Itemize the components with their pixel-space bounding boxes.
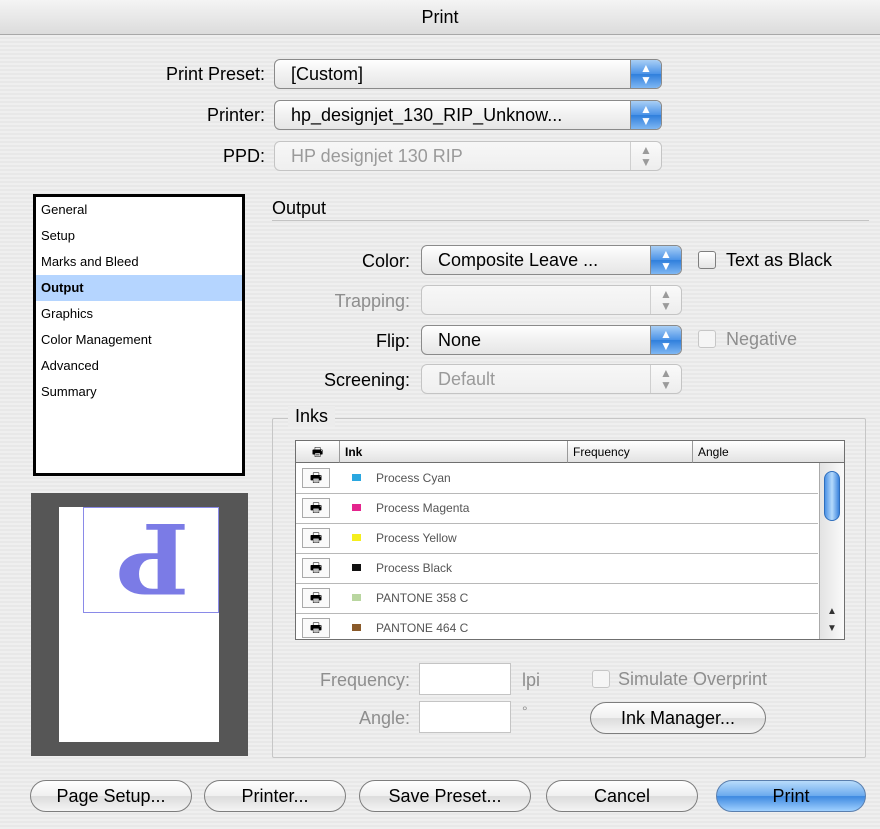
ink-column-header[interactable]: Ink [340, 441, 568, 463]
printer-icon[interactable]: 🖶 [302, 588, 330, 608]
print-button[interactable]: Print [716, 780, 866, 812]
print-column-header: 🖶 [296, 441, 340, 463]
table-row[interactable]: 🖶 Process Cyan [296, 464, 818, 494]
ink-swatch [352, 594, 361, 601]
sidebar-item-summary[interactable]: Summary [36, 379, 242, 405]
ink-manager-button[interactable]: Ink Manager... [590, 702, 766, 734]
ink-swatch [352, 624, 361, 631]
ink-name: Process Black [376, 561, 453, 575]
sidebar-item-color-management[interactable]: Color Management [36, 327, 242, 353]
printer-icon[interactable]: 🖶 [302, 498, 330, 518]
scroll-up-icon[interactable]: ▲ [820, 603, 844, 620]
ink-name: Process Cyan [376, 471, 451, 485]
inks-table: 🖶 Ink Frequency Angle 🖶 Process Cyan 🖶 P… [295, 440, 845, 640]
popup-arrows-icon: ▲ ▼ [630, 60, 661, 88]
frequency-field [419, 663, 511, 695]
popup-arrows-icon: ▲ ▼ [630, 142, 661, 170]
sidebar-item-general[interactable]: General [36, 197, 242, 223]
ink-swatch [352, 534, 361, 541]
frequency-column-header[interactable]: Frequency [568, 441, 693, 463]
printer-popup[interactable]: hp_designjet_130_RIP_Unknow... ▲ ▼ [274, 100, 662, 130]
flip-popup[interactable]: None ▲ ▼ [421, 325, 682, 355]
screening-label: Screening: [323, 370, 410, 390]
color-value: Composite Leave ... [438, 250, 599, 270]
printer-button[interactable]: Printer... [204, 780, 346, 812]
angle-field [419, 701, 511, 733]
flip-value: None [438, 330, 482, 350]
simulate-overprint-checkbox [592, 670, 610, 688]
ppd-label: PPD: [222, 146, 265, 166]
printer-icon[interactable]: 🖶 [302, 618, 330, 638]
output-divider [272, 220, 869, 221]
ink-name: PANTONE 358 C [376, 591, 469, 605]
angle-label: Angle: [358, 708, 410, 728]
sidebar-item-marks-and-bleed[interactable]: Marks and Bleed [36, 249, 242, 275]
negative-label: Negative [726, 329, 798, 349]
printer-value: hp_designjet_130_RIP_Unknow... [291, 105, 563, 125]
text-as-black-label: Text as Black [726, 250, 833, 270]
popup-arrows-icon: ▲ ▼ [630, 101, 661, 129]
color-label: Color: [361, 251, 410, 271]
ink-swatch [352, 474, 361, 481]
print-preset-value: [Custom] [291, 64, 364, 84]
negative-checkbox [698, 330, 716, 348]
ink-swatch [352, 504, 361, 511]
sidebar-item-graphics[interactable]: Graphics [36, 301, 242, 327]
popup-arrows-icon: ▲ ▼ [650, 286, 681, 314]
ink-name: PANTONE 464 C [376, 621, 469, 635]
text-as-black-checkbox[interactable] [698, 251, 716, 269]
output-heading: Output [272, 198, 327, 218]
ink-swatch [352, 564, 361, 571]
printer-icon[interactable]: 🖶 [302, 558, 330, 578]
screening-popup: Default ▲ ▼ [421, 364, 682, 394]
inks-scrollbar[interactable]: ▲ ▼ [819, 463, 844, 639]
table-row[interactable]: 🖶 Process Black [296, 554, 818, 584]
preview-glyph: P [116, 501, 190, 614]
sidebar-item-setup[interactable]: Setup [36, 223, 242, 249]
cancel-button[interactable]: Cancel [546, 780, 698, 812]
sidebar-item-advanced[interactable]: Advanced [36, 353, 242, 379]
page-preview: P [31, 493, 248, 756]
printer-icon[interactable]: 🖶 [302, 468, 330, 488]
frequency-unit: lpi [522, 670, 541, 690]
title-bar: Print [0, 0, 880, 35]
popup-arrows-icon: ▲ ▼ [650, 246, 681, 274]
popup-arrows-icon: ▲ ▼ [650, 365, 681, 393]
scroll-thumb[interactable] [824, 471, 840, 521]
print-preset-popup[interactable]: [Custom] ▲ ▼ [274, 59, 662, 89]
ink-name: Process Magenta [376, 501, 470, 515]
category-list[interactable]: General Setup Marks and Bleed Output Gra… [33, 194, 245, 476]
table-row[interactable]: 🖶 PANTONE 464 C [296, 614, 818, 643]
table-row[interactable]: 🖶 PANTONE 358 C [296, 584, 818, 614]
color-popup[interactable]: Composite Leave ... ▲ ▼ [421, 245, 682, 275]
printer-icon[interactable]: 🖶 [302, 528, 330, 548]
save-preset-button[interactable]: Save Preset... [359, 780, 531, 812]
angle-unit: ° [522, 703, 528, 719]
trapping-label: Trapping: [334, 291, 410, 311]
angle-column-header[interactable]: Angle [693, 441, 844, 463]
screening-value: Default [438, 369, 496, 389]
table-row[interactable]: 🖶 Process Yellow [296, 524, 818, 554]
scroll-down-icon[interactable]: ▼ [820, 620, 844, 637]
ppd-popup: HP designjet 130 RIP ▲ ▼ [274, 141, 662, 171]
page-setup-button[interactable]: Page Setup... [30, 780, 192, 812]
inks-heading: Inks [288, 406, 336, 427]
frequency-label: Frequency: [319, 670, 410, 690]
ppd-value: HP designjet 130 RIP [291, 146, 463, 166]
table-row[interactable]: 🖶 Process Magenta [296, 494, 818, 524]
window-title: Print [421, 7, 459, 27]
trapping-popup: ▲ ▼ [421, 285, 682, 315]
sidebar-item-output[interactable]: Output [36, 275, 242, 301]
printer-label: Printer: [206, 105, 265, 125]
simulate-overprint-label: Simulate Overprint [618, 669, 768, 689]
popup-arrows-icon: ▲ ▼ [650, 326, 681, 354]
ink-name: Process Yellow [376, 531, 457, 545]
printer-icon: 🖶 [311, 445, 324, 459]
flip-label: Flip: [375, 331, 410, 351]
print-preset-label: Print Preset: [165, 64, 265, 84]
